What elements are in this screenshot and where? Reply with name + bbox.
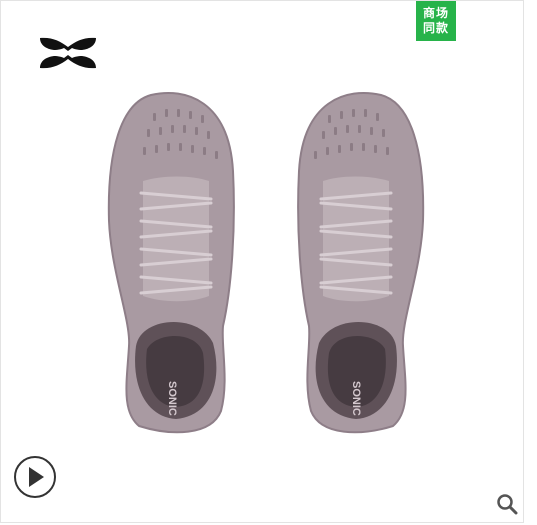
store-badge: 商场 同款 <box>416 1 456 41</box>
product-image: SONIC SONIC <box>107 91 425 434</box>
left-shoe-text: SONIC <box>166 381 178 416</box>
badge-line-1: 商场 <box>422 6 449 20</box>
play-icon <box>29 467 44 487</box>
left-shoe: SONIC <box>107 91 235 434</box>
right-shoe: SONIC <box>297 91 425 434</box>
product-image-viewer: 商场 同款 SONIC SONIC <box>0 0 524 523</box>
right-shoe-text: SONIC <box>350 381 362 416</box>
under-armour-logo <box>40 37 96 69</box>
badge-line-2: 同款 <box>422 21 449 35</box>
search-icon[interactable] <box>496 493 518 515</box>
play-video-button[interactable] <box>14 456 56 498</box>
